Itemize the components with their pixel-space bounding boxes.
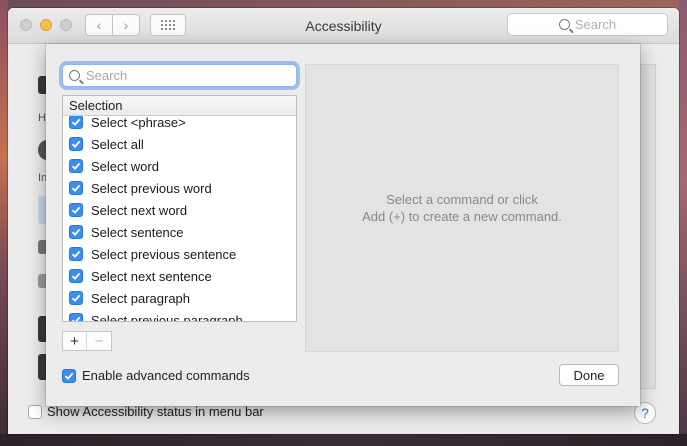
command-checkbox[interactable] [69,225,83,239]
list-section-header: Selection [63,96,296,116]
command-checkbox[interactable] [69,203,83,217]
help-label: ? [641,405,649,421]
search-icon [558,19,570,30]
command-label: Select word [91,158,159,174]
command-label: Select next word [91,202,188,218]
title-bar: ‹ › Accessibility Search [8,8,679,44]
command-search-field[interactable] [62,64,297,87]
detail-hint-line-2: Add (+) to create a new command. [362,209,562,224]
add-remove-control: + − [62,331,112,351]
list-item[interactable]: Select previous sentence [63,243,296,265]
checkmark-icon [71,118,81,126]
command-label: Select all [91,136,144,152]
list-item[interactable]: Select sentence [63,221,296,243]
preferences-search-field[interactable]: Search [507,13,668,36]
list-item[interactable]: Select next sentence [63,265,296,287]
checkmark-icon [71,272,81,280]
command-label: Select paragraph [91,290,191,306]
list-item[interactable]: Select next word [63,199,296,221]
list-item[interactable]: Select paragraph [63,287,296,309]
checkmark-icon [71,162,81,170]
command-label: Select <phrase> [91,114,186,130]
checkmark-icon [71,294,81,302]
background-sidebar-text: H [38,112,46,124]
command-checkbox[interactable] [69,269,83,283]
command-detail-pane: Select a command or click Add (+) to cre… [305,64,619,352]
list-item[interactable]: Select previous word [63,177,296,199]
search-icon [69,70,80,81]
checkmark-icon [71,250,81,258]
command-label: Select previous paragraph [91,312,243,322]
command-checkbox[interactable] [69,159,83,173]
command-label: Select previous word [91,180,212,196]
checkmark-icon [71,228,81,236]
command-checkbox[interactable] [69,247,83,261]
commands-sheet: Selection Select <phrase> Select all Sel… [46,44,640,406]
command-checkbox[interactable] [69,181,83,195]
command-search-input[interactable] [86,68,286,83]
list-item[interactable]: Select word [63,155,296,177]
command-checkbox[interactable] [69,115,83,129]
advanced-commands-checkbox[interactable] [62,368,76,383]
add-command-button[interactable]: + [63,332,88,350]
checkmark-icon [64,372,74,380]
show-status-row[interactable]: Show Accessibility status in menu bar [28,404,264,419]
show-status-label: Show Accessibility status in menu bar [47,404,264,419]
checkmark-icon [71,316,81,321]
command-checkbox[interactable] [69,137,83,151]
command-label: Select next sentence [91,268,212,284]
remove-command-button[interactable]: − [87,332,111,350]
done-button[interactable]: Done [559,364,619,386]
list-item[interactable]: Select all [63,133,296,155]
desktop-wallpaper-left [0,0,8,446]
checkmark-icon [71,184,81,192]
desktop-wallpaper-bottom [0,434,687,446]
command-checkbox[interactable] [69,313,83,321]
list-items: Select <phrase> Select all Select word S… [63,111,296,322]
checkmark-icon [71,206,81,214]
advanced-commands-row[interactable]: Enable advanced commands [62,368,250,383]
command-label: Select previous sentence [91,246,237,262]
commands-list[interactable]: Selection Select <phrase> Select all Sel… [62,95,297,322]
command-checkbox[interactable] [69,291,83,305]
command-label: Select sentence [91,224,184,240]
list-item[interactable]: Select previous paragraph [63,309,296,322]
show-status-checkbox[interactable] [28,404,42,419]
detail-hint-line-1: Select a command or click [386,192,538,207]
desktop-wallpaper-right [679,0,687,446]
advanced-commands-label: Enable advanced commands [82,368,250,383]
checkmark-icon [71,140,81,148]
preferences-search-placeholder: Search [574,17,617,32]
